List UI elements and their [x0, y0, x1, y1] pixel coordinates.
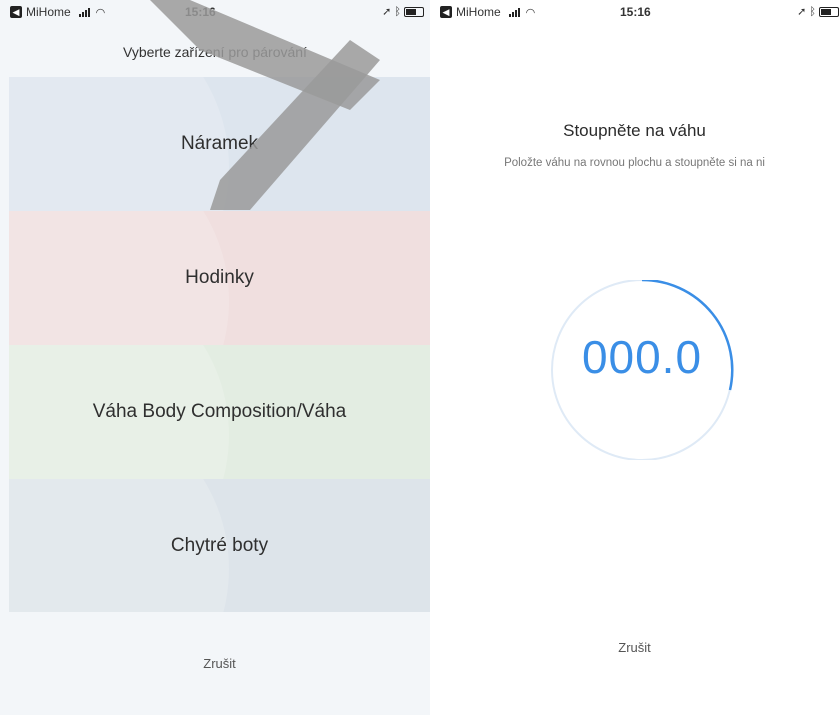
wifi-icon: ◠ — [525, 6, 536, 19]
status-icons: ➚ ᛒ — [797, 5, 839, 18]
status-time: 15:16 — [185, 5, 216, 19]
cancel-button[interactable]: Zrušit — [430, 640, 839, 655]
status-bar: ◀ MiHome ◠ 15:16 ➚ ᛒ — [0, 0, 430, 28]
device-option-watch[interactable]: Hodinky — [9, 211, 430, 345]
device-option-scale[interactable]: Váha Body Composition/Váha — [9, 345, 430, 479]
weigh-screen: ◀ MiHome ◠ 15:16 ➚ ᛒ Stoupněte na váhu P… — [430, 0, 839, 715]
wifi-icon: ◠ — [95, 6, 106, 19]
carrier-group: ◀ MiHome ◠ — [440, 5, 535, 19]
app-badge-icon: ◀ — [440, 6, 452, 18]
signal-icon — [508, 7, 520, 17]
weight-readout: 000.0 — [581, 331, 703, 383]
status-bar: ◀ MiHome ◠ 15:16 ➚ ᛒ — [430, 0, 839, 28]
device-list: Náramek Hodinky Váha Body Composition/Vá… — [9, 77, 430, 613]
status-icons: ➚ ᛒ — [382, 5, 424, 18]
app-badge-icon: ◀ — [10, 6, 22, 18]
cancel-button[interactable]: Zrušit — [9, 612, 430, 715]
battery-icon — [404, 6, 424, 17]
carrier-group: ◀ MiHome ◠ — [10, 5, 105, 19]
device-selection-screen: ◀ MiHome ◠ 15:16 ➚ ᛒ Vyberte zařízení pr… — [0, 0, 430, 715]
device-option-label: Náramek — [180, 133, 259, 154]
step-instruction: Položte váhu na rovnou plochu a stoupnět… — [504, 157, 765, 169]
bluetooth-icon: ᛒ — [809, 5, 816, 18]
signal-icon — [78, 7, 90, 17]
carrier-label: MiHome — [26, 5, 71, 19]
location-icon: ➚ — [382, 6, 392, 18]
status-time: 15:16 — [620, 5, 651, 19]
device-option-label: Váha Body Composition/Váha — [92, 401, 347, 422]
location-icon: ➚ — [797, 6, 807, 18]
step-title: Stoupněte na váhu — [563, 121, 706, 140]
battery-icon — [819, 6, 839, 17]
device-option-bracelet[interactable]: Náramek — [9, 77, 430, 211]
carrier-label: MiHome — [456, 5, 501, 19]
device-option-label: Chytré boty — [170, 535, 269, 556]
page-title: Vyberte zařízení pro párování — [123, 44, 307, 60]
device-option-label: Hodinky — [185, 267, 254, 288]
device-option-smart-shoes[interactable]: Chytré boty — [9, 479, 430, 613]
bluetooth-icon: ᛒ — [394, 5, 401, 18]
